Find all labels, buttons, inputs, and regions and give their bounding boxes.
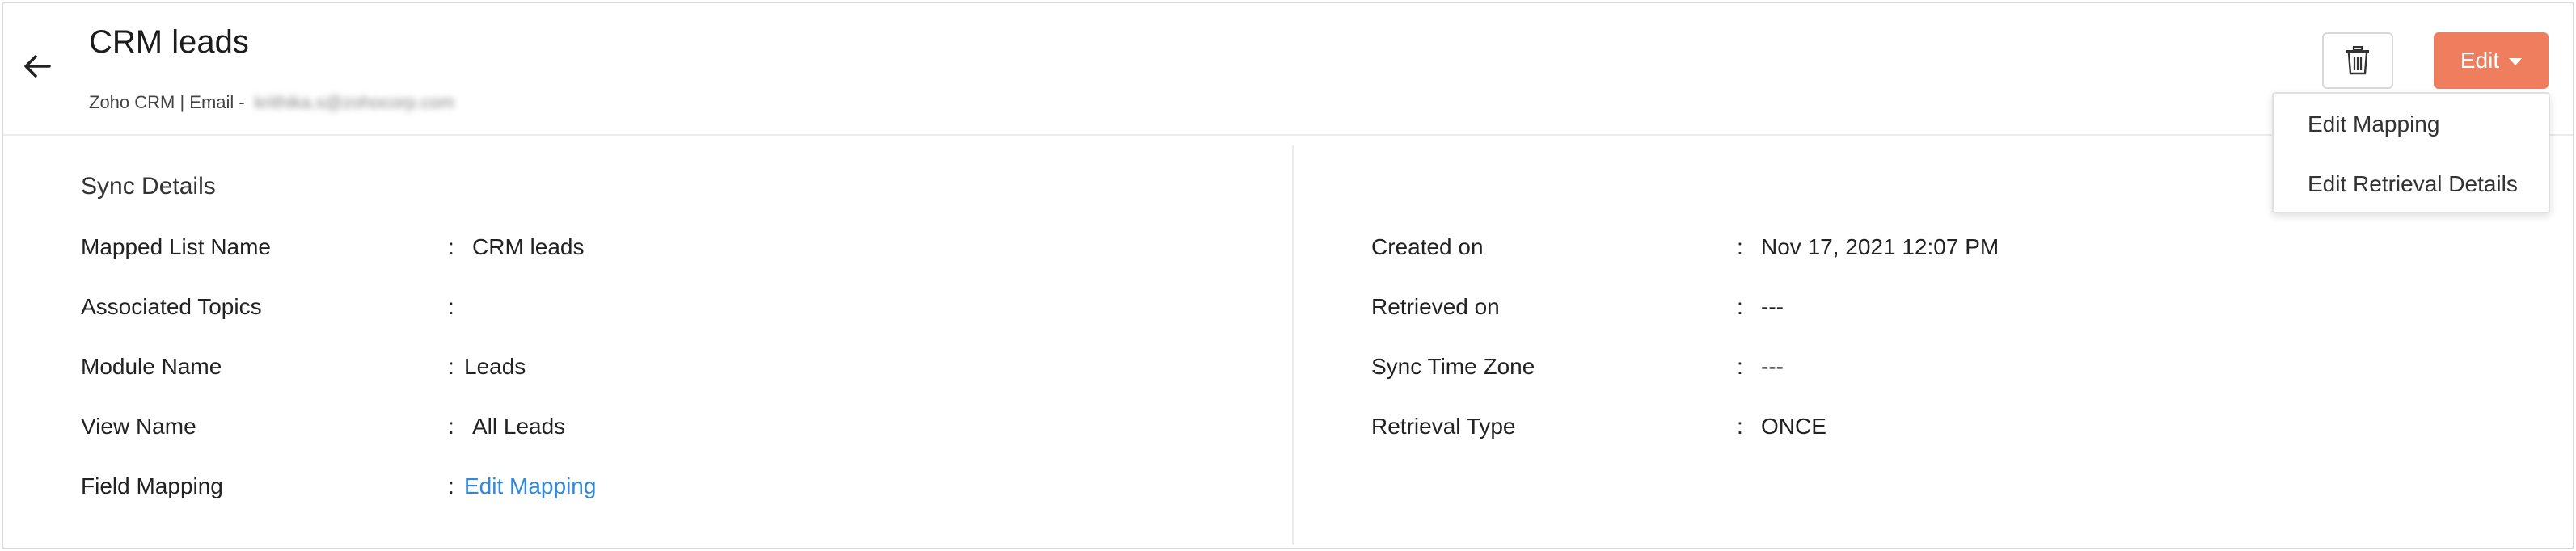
page-title: CRM leads — [89, 24, 249, 60]
caret-down-icon — [2509, 58, 2523, 65]
detail-separator: : — [1737, 294, 1743, 319]
page-header: CRM leads Zoho CRM | Email - krithika.s@… — [3, 3, 2573, 136]
detail-separator: : — [448, 294, 454, 319]
detail-label: Retrieval Type — [1371, 414, 1516, 439]
detail-value: CRM leads — [472, 234, 585, 259]
subtitle: Zoho CRM | Email - krithika.s@zohocorp.c… — [89, 92, 454, 113]
edit-mapping-link[interactable]: Edit Mapping — [464, 473, 596, 499]
detail-separator: : — [1737, 234, 1743, 259]
column-divider — [1292, 145, 1294, 545]
detail-separator: : — [1737, 414, 1743, 439]
detail-label: Module Name — [81, 354, 222, 379]
detail-label: Retrieved on — [1371, 294, 1500, 319]
arrow-left-icon — [24, 55, 51, 78]
detail-value: Leads — [464, 354, 526, 379]
menu-item-edit-retrieval-details[interactable]: Edit Retrieval Details — [2308, 171, 2518, 197]
detail-value: All Leads — [472, 414, 566, 439]
detail-label: Associated Topics — [81, 294, 262, 319]
sync-details-panel: CRM leads Zoho CRM | Email - krithika.s@… — [2, 2, 2574, 549]
detail-separator: : — [448, 473, 454, 498]
detail-label: View Name — [81, 414, 196, 439]
detail-value: --- — [1761, 294, 1784, 319]
detail-label: Mapped List Name — [81, 234, 272, 259]
detail-separator: : — [1737, 354, 1743, 379]
edit-button-label: Edit — [2460, 48, 2500, 73]
detail-separator: : — [448, 234, 454, 259]
trash-icon — [2346, 46, 2369, 75]
detail-label: Created on — [1371, 234, 1484, 259]
section-title: Sync Details — [81, 173, 216, 200]
subtitle-prefix: Zoho CRM | Email - — [89, 92, 250, 112]
menu-item-edit-mapping[interactable]: Edit Mapping — [2308, 111, 2439, 137]
detail-separator: : — [448, 414, 454, 439]
detail-separator: : — [448, 354, 454, 379]
account-email: krithika.s@zohocorp.com — [254, 92, 455, 112]
edit-dropdown-button[interactable]: Edit — [2434, 32, 2549, 89]
detail-value: --- — [1761, 354, 1784, 379]
detail-value: ONCE — [1761, 414, 1826, 439]
edit-dropdown-menu: Edit Mapping Edit Retrieval Details — [2272, 92, 2550, 213]
delete-button[interactable] — [2322, 32, 2393, 89]
detail-label: Field Mapping — [81, 473, 223, 498]
detail-label: Sync Time Zone — [1371, 354, 1535, 379]
back-button[interactable] — [19, 48, 55, 84]
detail-value: Nov 17, 2021 12:07 PM — [1761, 234, 2000, 259]
